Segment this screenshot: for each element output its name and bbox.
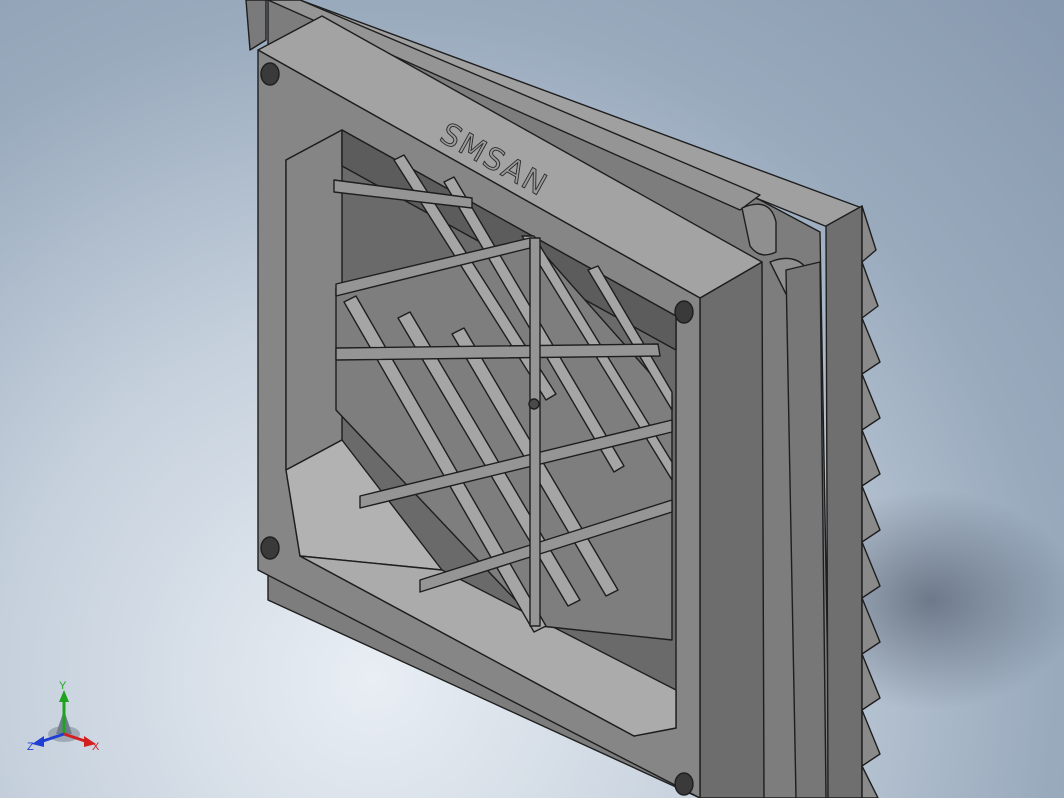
y-axis-label: Y (59, 680, 67, 692)
mount-hole-top-left (260, 62, 280, 86)
z-axis-label: Z (27, 741, 34, 753)
frame-side-face (699, 261, 765, 798)
orientation-triad[interactable]: Y X Z (22, 680, 112, 760)
mount-hole-bottom-right (674, 772, 694, 796)
mount-hole-top-right (674, 300, 694, 324)
grille-hub (528, 398, 540, 410)
z-arrow-icon (32, 736, 44, 747)
model-render[interactable]: SMSAN (0, 0, 1064, 798)
back-plate-left-edge (245, 0, 267, 51)
x-axis-label: X (92, 741, 100, 753)
3d-viewport[interactable]: SMSAN Y X Z (0, 0, 1064, 798)
mount-hole-bottom-left (260, 536, 280, 560)
louvre-plate-face (825, 205, 863, 798)
